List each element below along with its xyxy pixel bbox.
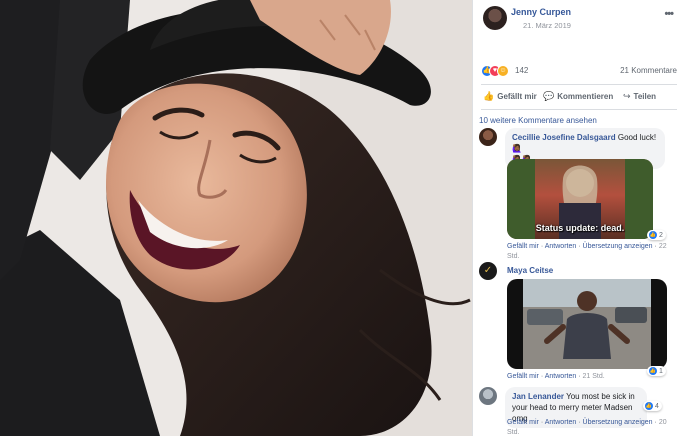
comment-translate-link[interactable]: Übersetzung anzeigen xyxy=(583,419,653,426)
gif-image xyxy=(523,279,651,369)
like-dot-icon: 👍 xyxy=(649,367,657,375)
action-bar: 👍 Gefällt mir 💬 Kommentieren ↪ Teilen xyxy=(481,84,677,110)
comment-gif[interactable]: Status update: dead. xyxy=(507,159,653,239)
comment-reply-link[interactable]: Antworten xyxy=(545,373,577,380)
comment-item: ✓ Maya Ceitse 👍 1 Gefällt mir · Antworten… xyxy=(479,262,675,384)
comment-button[interactable]: 💬 Kommentieren xyxy=(543,91,613,102)
comment-time[interactable]: 21 Std. xyxy=(583,373,605,380)
commenter-name[interactable]: Cecillie Josefine Dalsgaard xyxy=(512,133,616,142)
comment-translate-link[interactable]: Übersetzung anzeigen xyxy=(583,243,653,250)
post-date[interactable]: 21. März 2019 xyxy=(523,21,571,30)
comment-like-link[interactable]: Gefällt mir xyxy=(507,373,539,380)
poster-name[interactable]: Jenny Curpen xyxy=(511,7,571,17)
photo-image xyxy=(0,0,472,436)
comment-like-badge[interactable]: 👍 2 xyxy=(647,230,666,240)
like-button[interactable]: 👍 Gefällt mir xyxy=(483,91,537,102)
more-options-icon[interactable]: ••• xyxy=(664,8,674,20)
comment-meta: Gefällt mir · Antworten · Übersetzung an… xyxy=(507,243,667,260)
commenter-avatar[interactable]: ✓ xyxy=(479,262,497,280)
comment-gif[interactable] xyxy=(507,279,667,369)
comment-meta: Gefällt mir · Antworten · Übersetzung an… xyxy=(507,419,667,436)
reactions-bar: 👍 ♥ ☺ 142 21 Kommentare xyxy=(481,65,677,79)
comment-reply-link[interactable]: Antworten xyxy=(545,243,577,250)
gif-caption: Status update: dead. xyxy=(535,223,625,233)
thumbs-up-icon: 👍 xyxy=(483,91,495,101)
like-dot-icon: 👍 xyxy=(649,231,657,239)
post-header: Jenny Curpen 21. März 2019 ••• xyxy=(481,4,677,34)
post-sidebar: Jenny Curpen 21. März 2019 ••• 👍 ♥ ☺ 142… xyxy=(472,0,680,436)
share-button[interactable]: ↪ Teilen xyxy=(623,91,656,102)
comment-count[interactable]: 21 Kommentare xyxy=(620,66,677,75)
view-more-comments-link[interactable]: 10 weitere Kommentare ansehen xyxy=(479,116,597,125)
like-dot-icon: 👍 xyxy=(645,402,653,410)
comment-like-link[interactable]: Gefällt mir xyxy=(507,419,539,426)
commenter-name[interactable]: Jan Lenander xyxy=(512,392,564,401)
poster-avatar[interactable] xyxy=(483,6,507,30)
comment-like-badge[interactable]: 👍 1 xyxy=(647,366,666,376)
comment-like-link[interactable]: Gefällt mir xyxy=(507,243,539,250)
post-photo[interactable] xyxy=(0,0,472,436)
haha-reaction-icon[interactable]: ☺ xyxy=(497,65,509,77)
comment-meta: Gefällt mir · Antworten · 21 Std. xyxy=(507,373,605,380)
comment-item: Jan Lenander You most be sick in your he… xyxy=(479,387,675,436)
share-arrow-icon: ↪ xyxy=(623,91,631,101)
comment-like-badge[interactable]: 👍 4 xyxy=(643,401,662,411)
commenter-name[interactable]: Maya Ceitse xyxy=(507,266,553,275)
commenter-avatar[interactable] xyxy=(479,128,497,146)
speech-bubble-icon: 💬 xyxy=(543,91,555,101)
comment-reply-link[interactable]: Antworten xyxy=(545,419,577,426)
reaction-count[interactable]: 142 xyxy=(515,66,528,75)
commenter-avatar[interactable] xyxy=(479,387,497,405)
comment-item: Cecillie Josefine Dalsgaard Good luck! 🙋… xyxy=(479,128,675,268)
